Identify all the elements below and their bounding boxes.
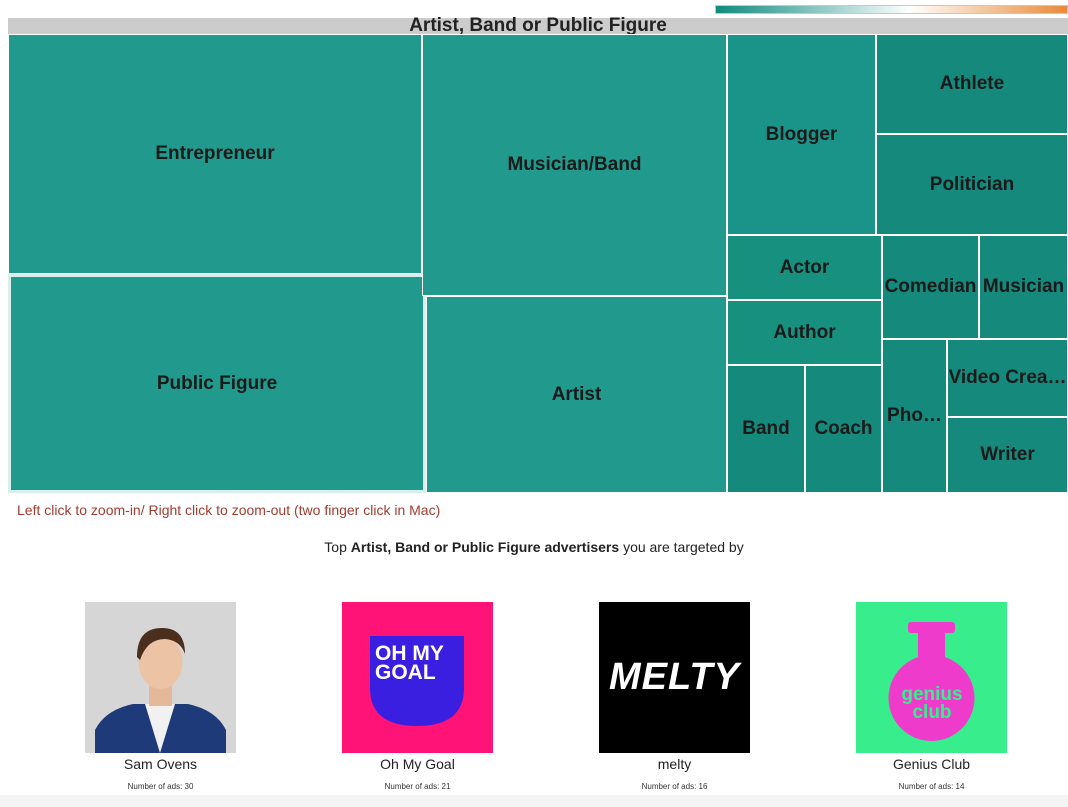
treemap-cell-entrepreneur[interactable]: Entrepreneur (8, 34, 422, 274)
treemap-cell-athlete[interactable]: Athlete (876, 34, 1068, 134)
advertiser-ad-count: Number of ads: 21 (384, 782, 451, 791)
color-scale-legend (715, 5, 1068, 14)
treemap-cell-blogger[interactable]: Blogger (727, 34, 876, 235)
treemap-cell-musician-band[interactable]: Musician/Band (422, 34, 727, 296)
treemap-cell-politician[interactable]: Politician (876, 134, 1068, 235)
advertiser-card-genius-club[interactable]: genius club Genius Club Number of ads: 1… (803, 602, 1060, 802)
logo-text: OH MY GOAL (375, 642, 444, 684)
treemap-cell-photographer[interactable]: Pho… (882, 339, 947, 493)
cell-label: Public Figure (156, 372, 278, 394)
cell-label: Pho… (887, 405, 942, 426)
heading-prefix: Top (324, 539, 347, 555)
cell-label: Musician (982, 276, 1065, 297)
advertiser-name: melty (657, 756, 692, 772)
treemap-cell-author[interactable]: Author (727, 300, 882, 365)
zoom-hint: Left click to zoom-in/ Right click to zo… (17, 502, 441, 518)
cell-label: Band (742, 418, 790, 439)
advertiser-name: Oh My Goal (380, 756, 455, 772)
cell-label: Video Crea… (948, 367, 1067, 388)
cell-label: Author (773, 321, 836, 343)
cell-label: Entrepreneur (155, 143, 275, 164)
cell-label: Blogger (765, 123, 838, 145)
oh-my-goal-logo[interactable]: OH MY GOAL (342, 602, 493, 753)
treemap: Entrepreneur Public Figure Musician/Band… (8, 34, 1068, 493)
treemap-title: Artist, Band or Public Figure (409, 15, 667, 36)
cell-label: Actor (779, 256, 830, 278)
flask-icon (888, 622, 975, 741)
treemap-cell-artist[interactable]: Artist (426, 296, 727, 493)
cell-label: Politician (929, 173, 1015, 195)
logo-text: MELTY (609, 656, 740, 698)
cell-label: Athlete (939, 73, 1005, 94)
heading-bold: Artist, Band or Public Figure advertiser… (350, 539, 620, 555)
treemap-cell-writer[interactable]: Writer (947, 417, 1068, 493)
page-bottom-edge (0, 795, 1068, 807)
cell-label: Coach (814, 418, 873, 439)
advertiser-ad-count: Number of ads: 30 (127, 782, 194, 791)
genius-club-logo[interactable]: genius club (856, 602, 1007, 753)
advertiser-portrait-image[interactable] (85, 602, 236, 753)
treemap-cell-video-creator[interactable]: Video Crea… (947, 339, 1068, 417)
advertiser-ad-count: Number of ads: 16 (641, 782, 708, 791)
advertisers-heading: Top Artist, Band or Public Figure advert… (0, 539, 1068, 555)
treemap-cell-comedian[interactable]: Comedian (882, 235, 979, 339)
cell-label: Comedian (884, 276, 977, 297)
treemap-cell-musician[interactable]: Musician (979, 235, 1068, 339)
cell-label: Writer (980, 444, 1035, 465)
cell-label: Musician/Band (507, 154, 642, 175)
treemap-cell-actor[interactable]: Actor (727, 235, 882, 300)
treemap-cell-band[interactable]: Band (727, 365, 805, 493)
treemap-cell-coach[interactable]: Coach (805, 365, 882, 493)
melty-logo[interactable]: MELTY (599, 602, 750, 753)
advertiser-name: Genius Club (892, 756, 971, 772)
advertiser-card-sam-ovens[interactable]: Sam Ovens Number of ads: 30 (32, 602, 289, 802)
advertiser-card-melty[interactable]: MELTY melty Number of ads: 16 (546, 602, 803, 802)
heading-suffix: you are targeted by (623, 539, 744, 555)
logo-text: genius club (901, 684, 963, 723)
portrait-image (85, 602, 236, 753)
advertiser-ad-count: Number of ads: 14 (898, 782, 965, 791)
treemap-cell-public-figure[interactable]: Public Figure (8, 274, 426, 493)
cell-label: Artist (551, 383, 602, 405)
advertiser-card-oh-my-goal[interactable]: OH MY GOAL Oh My Goal Number of ads: 21 (289, 602, 546, 802)
advertiser-name: Sam Ovens (123, 756, 198, 772)
